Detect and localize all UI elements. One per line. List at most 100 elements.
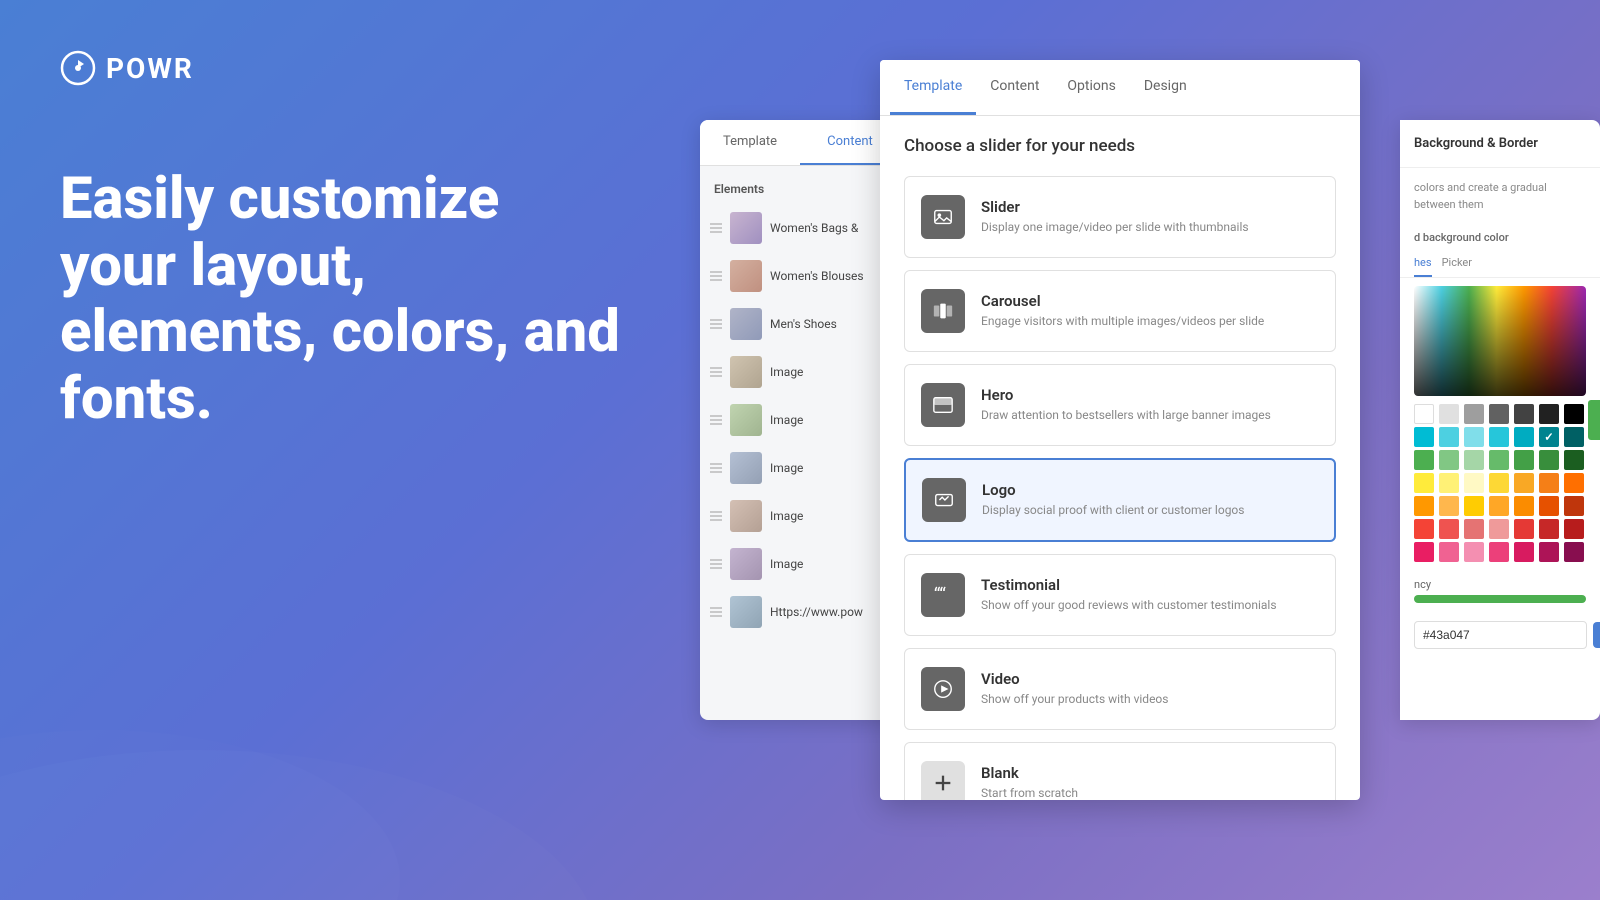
color-tab-hues[interactable]: hes — [1414, 250, 1432, 277]
color-swatch[interactable] — [1414, 473, 1434, 493]
list-item[interactable]: Image — [700, 348, 900, 396]
element-thumbnail — [730, 308, 762, 340]
color-swatch[interactable] — [1489, 496, 1509, 516]
color-swatch[interactable] — [1564, 450, 1584, 470]
color-swatch[interactable] — [1514, 542, 1534, 562]
tab-options-main[interactable]: Options — [1053, 60, 1129, 115]
slider-option-video[interactable]: VideoShow off your products with videos — [904, 648, 1336, 730]
slider-option-slider[interactable]: SliderDisplay one image/video per slide … — [904, 176, 1336, 258]
option-description: Show off your good reviews with customer… — [981, 597, 1277, 614]
slider-option-logo[interactable]: LogoDisplay social proof with client or … — [904, 458, 1336, 542]
element-name-label: Women's Blouses — [770, 269, 864, 283]
color-swatch[interactable]: ✓ — [1539, 427, 1559, 447]
color-swatch[interactable] — [1514, 519, 1534, 539]
color-swatch[interactable] — [1414, 450, 1434, 470]
color-swatch[interactable] — [1539, 496, 1559, 516]
ok-button[interactable]: OK — [1593, 622, 1600, 648]
color-swatch[interactable] — [1539, 473, 1559, 493]
slider-option-carousel[interactable]: CarouselEngage visitors with multiple im… — [904, 270, 1336, 352]
color-swatch[interactable] — [1514, 427, 1534, 447]
option-text: HeroDraw attention to bestsellers with l… — [981, 386, 1271, 424]
color-swatch[interactable] — [1464, 404, 1484, 424]
color-swatch[interactable] — [1439, 404, 1459, 424]
color-swatches-grid: ✓ — [1414, 404, 1586, 562]
color-swatch[interactable] — [1514, 473, 1534, 493]
option-text: VideoShow off your products with videos — [981, 670, 1168, 708]
list-item[interactable]: Men's Shoes — [700, 300, 900, 348]
logo-icon — [922, 478, 966, 522]
color-swatch[interactable] — [1464, 427, 1484, 447]
background-color-label: d background color — [1400, 225, 1600, 250]
tab-design-main[interactable]: Design — [1130, 60, 1201, 115]
svg-text:““: ““ — [934, 585, 947, 606]
element-name-label: Https://www.pow — [770, 605, 863, 619]
tab-template-left[interactable]: Template — [700, 120, 800, 165]
list-item[interactable]: Image — [700, 444, 900, 492]
option-description: Display one image/video per slide with t… — [981, 219, 1249, 236]
color-swatch[interactable] — [1414, 404, 1434, 424]
color-swatch[interactable] — [1489, 542, 1509, 562]
color-swatch[interactable] — [1464, 519, 1484, 539]
color-swatch[interactable] — [1539, 519, 1559, 539]
opacity-bar[interactable] — [1414, 595, 1586, 603]
color-swatch[interactable] — [1414, 542, 1434, 562]
color-swatch[interactable] — [1414, 427, 1434, 447]
left-panel-tabs: Template Content — [700, 120, 900, 166]
color-swatch[interactable] — [1489, 473, 1509, 493]
color-tab-picker[interactable]: Picker — [1442, 250, 1472, 277]
color-spectrum[interactable] — [1414, 286, 1586, 396]
color-swatch[interactable] — [1564, 427, 1584, 447]
color-swatch[interactable] — [1564, 473, 1584, 493]
color-swatch[interactable] — [1439, 473, 1459, 493]
list-item[interactable]: Image — [700, 396, 900, 444]
color-swatch[interactable] — [1439, 427, 1459, 447]
element-name-label: Image — [770, 461, 803, 475]
list-item[interactable]: Image — [700, 540, 900, 588]
color-swatch[interactable] — [1539, 404, 1559, 424]
color-swatch[interactable] — [1439, 496, 1459, 516]
hero-section: POWR Easily customize your layout, eleme… — [60, 50, 620, 433]
slider-option-blank[interactable]: BlankStart from scratch — [904, 742, 1336, 800]
color-swatch[interactable] — [1514, 496, 1534, 516]
color-swatch[interactable] — [1564, 404, 1584, 424]
color-swatch[interactable] — [1439, 519, 1459, 539]
color-description: colors and create a gradual between them — [1400, 168, 1600, 225]
color-swatch[interactable] — [1439, 450, 1459, 470]
color-swatch[interactable] — [1514, 450, 1534, 470]
tab-template-main[interactable]: Template — [890, 60, 976, 115]
tab-content-main[interactable]: Content — [976, 60, 1053, 115]
drag-handle-icon — [710, 271, 722, 281]
color-swatch[interactable] — [1439, 542, 1459, 562]
slider-option-testimonial[interactable]: ““TestimonialShow off your good reviews … — [904, 554, 1336, 636]
color-swatch[interactable] — [1464, 496, 1484, 516]
list-item[interactable]: Women's Blouses — [700, 252, 900, 300]
option-text: BlankStart from scratch — [981, 764, 1078, 800]
color-swatch[interactable] — [1464, 473, 1484, 493]
slider-option-hero[interactable]: HeroDraw attention to bestsellers with l… — [904, 364, 1336, 446]
color-swatch[interactable] — [1464, 450, 1484, 470]
color-swatch[interactable] — [1539, 450, 1559, 470]
hex-input[interactable] — [1414, 621, 1587, 649]
list-item[interactable]: Https://www.pow — [700, 588, 900, 636]
color-swatch[interactable] — [1489, 427, 1509, 447]
color-swatch[interactable] — [1489, 450, 1509, 470]
color-swatch[interactable] — [1414, 496, 1434, 516]
quote-icon: ““ — [921, 573, 965, 617]
hero-title: Easily customize your layout, elements, … — [60, 166, 620, 433]
element-thumbnail — [730, 500, 762, 532]
color-swatch[interactable] — [1564, 542, 1584, 562]
element-thumbnail — [730, 548, 762, 580]
color-swatch[interactable] — [1564, 496, 1584, 516]
color-swatch[interactable] — [1414, 519, 1434, 539]
color-swatch[interactable] — [1464, 542, 1484, 562]
color-swatch[interactable] — [1564, 519, 1584, 539]
list-item[interactable]: Image — [700, 492, 900, 540]
color-swatch[interactable] — [1539, 542, 1559, 562]
color-swatch[interactable] — [1489, 404, 1509, 424]
right-panel-header: Background & Border — [1400, 120, 1600, 168]
list-item[interactable]: Women's Bags & — [700, 204, 900, 252]
color-swatch[interactable] — [1489, 519, 1509, 539]
option-title: Carousel — [981, 292, 1264, 310]
element-name-label: Image — [770, 413, 803, 427]
color-swatch[interactable] — [1514, 404, 1534, 424]
